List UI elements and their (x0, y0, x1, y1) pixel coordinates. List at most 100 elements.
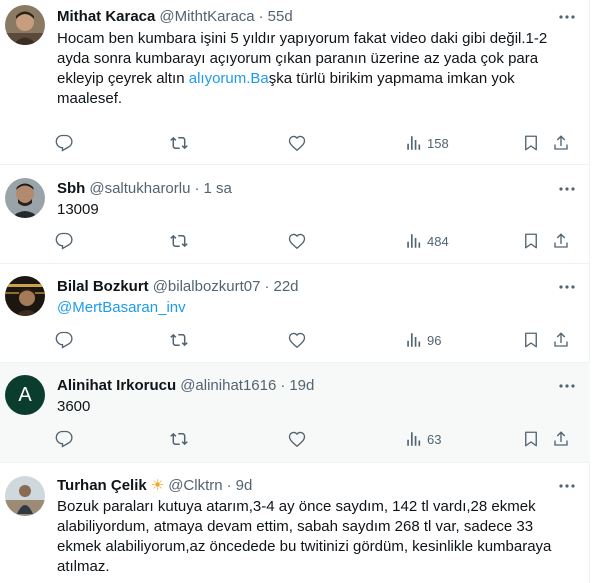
author-handle[interactable]: @Clktrn (168, 477, 222, 494)
timestamp[interactable]: 55d (268, 8, 293, 25)
like-button[interactable] (288, 231, 306, 251)
reply-button[interactable] (55, 330, 73, 350)
like-icon (288, 331, 306, 349)
share-button[interactable] (552, 133, 570, 153)
bookmark-button[interactable] (522, 133, 540, 153)
avatar[interactable]: A (5, 375, 45, 415)
retweet-icon (170, 430, 188, 448)
tweet-header: Mithat Karaca @MithtKaraca · 55d (57, 6, 293, 26)
like-icon (288, 232, 306, 250)
tweet-header: Turhan Çelik ☀ @Clktrn · 9d (57, 475, 252, 495)
tweet-text: Bozuk paraları kutuya atarım,3-4 ay önce… (57, 498, 552, 575)
tweet-header: Sbh @saltukharorlu · 1 sa (57, 178, 232, 198)
tweet[interactable]: Bilal Bozkurt @bilalbozkurt07 · 22d @Mer… (0, 264, 590, 363)
author-name[interactable]: Sbh (57, 180, 85, 197)
views-button[interactable]: 63 (405, 429, 441, 449)
retweet-button[interactable] (170, 330, 188, 350)
action-bar: 484 (55, 231, 575, 251)
author-name[interactable]: Bilal Bozkurt (57, 278, 149, 295)
separator-dot: · (264, 277, 270, 295)
reply-button[interactable] (55, 429, 73, 449)
action-bar: 158 (55, 133, 575, 153)
tweet[interactable]: Turhan Çelik ☀ @Clktrn · 9d Bozuk parala… (0, 463, 590, 583)
bookmark-button[interactable] (522, 330, 540, 350)
retweet-button[interactable] (170, 429, 188, 449)
tweet[interactable]: Mithat Karaca @MithtKaraca · 55d Hocam b… (0, 0, 590, 165)
bookmark-icon (522, 331, 540, 349)
like-icon (288, 134, 306, 152)
share-button[interactable] (552, 429, 570, 449)
share-icon (552, 430, 570, 448)
avatar[interactable] (5, 476, 45, 516)
views-icon (405, 134, 423, 152)
timestamp[interactable]: 9d (236, 477, 253, 494)
author-handle[interactable]: @MithtKaraca (159, 8, 254, 25)
share-icon (552, 134, 570, 152)
like-icon (288, 430, 306, 448)
share-button[interactable] (552, 231, 570, 251)
views-button[interactable]: 484 (405, 231, 449, 251)
reply-button[interactable] (55, 231, 73, 251)
separator-dot: · (280, 376, 286, 394)
separator-dot: · (194, 179, 200, 197)
share-icon (552, 331, 570, 349)
more-icon[interactable] (557, 277, 577, 297)
inline-link[interactable]: alıyorum.Ba (189, 70, 269, 87)
tweet-text: Hocam ben kumbara işini 5 yıldır yapıyor… (57, 29, 572, 109)
reply-button[interactable] (55, 133, 73, 153)
like-button[interactable] (288, 133, 306, 153)
avatar[interactable] (5, 5, 45, 45)
reply-feed: Mithat Karaca @MithtKaraca · 55d Hocam b… (0, 0, 590, 583)
author-name[interactable]: Alinihat Irkorucu (57, 377, 176, 394)
retweet-button[interactable] (170, 133, 188, 153)
bookmark-button[interactable] (522, 429, 540, 449)
more-icon[interactable] (557, 7, 577, 27)
more-icon[interactable] (557, 376, 577, 396)
tweet-text: 3600 (57, 398, 91, 415)
views-button[interactable]: 158 (405, 133, 449, 153)
author-name[interactable]: Mithat Karaca (57, 8, 155, 25)
like-button[interactable] (288, 429, 306, 449)
avatar[interactable] (5, 178, 45, 218)
sun-emoji: ☀ (150, 477, 165, 494)
views-count: 63 (427, 431, 442, 447)
views-count: 484 (427, 233, 449, 249)
tweet[interactable]: Sbh @saltukharorlu · 1 sa 13009 484 (0, 165, 590, 264)
views-button[interactable]: 96 (405, 330, 441, 350)
reply-icon (55, 134, 73, 152)
retweet-icon (170, 232, 188, 250)
author-handle[interactable]: @saltukharorlu (89, 180, 190, 197)
like-button[interactable] (288, 330, 306, 350)
views-count: 96 (427, 332, 442, 348)
author-handle[interactable]: @alinihat1616 (180, 377, 276, 394)
share-button[interactable] (552, 330, 570, 350)
tweet[interactable]: A Alinihat Irkorucu @alinihat1616 · 19d … (0, 363, 590, 463)
retweet-button[interactable] (170, 231, 188, 251)
retweet-icon (170, 331, 188, 349)
more-icon[interactable] (557, 179, 577, 199)
more-icon[interactable] (557, 476, 577, 496)
views-count: 158 (427, 135, 449, 151)
action-bar: 96 (55, 330, 575, 350)
bookmark-button[interactable] (522, 231, 540, 251)
author-handle[interactable]: @bilalbozkurt07 (153, 278, 261, 295)
views-icon (405, 331, 423, 349)
timestamp[interactable]: 1 sa (203, 180, 231, 197)
bookmark-icon (522, 232, 540, 250)
reply-icon (55, 331, 73, 349)
reply-icon (55, 232, 73, 250)
author-name[interactable]: Turhan Çelik (57, 477, 147, 494)
mention-link[interactable]: @MertBasaran_inv (57, 299, 186, 316)
views-icon (405, 232, 423, 250)
bookmark-icon (522, 430, 540, 448)
tweet-text: @MertBasaran_inv (57, 298, 572, 318)
timestamp[interactable]: 19d (289, 377, 314, 394)
timestamp[interactable]: 22d (273, 278, 298, 295)
page-edge (590, 0, 609, 583)
tweet-header: Alinihat Irkorucu @alinihat1616 · 19d (57, 375, 314, 395)
avatar[interactable] (5, 276, 45, 316)
action-bar: 63 (55, 429, 575, 449)
tweet-header: Bilal Bozkurt @bilalbozkurt07 · 22d (57, 276, 299, 296)
views-icon (405, 430, 423, 448)
separator-dot: · (226, 476, 232, 494)
